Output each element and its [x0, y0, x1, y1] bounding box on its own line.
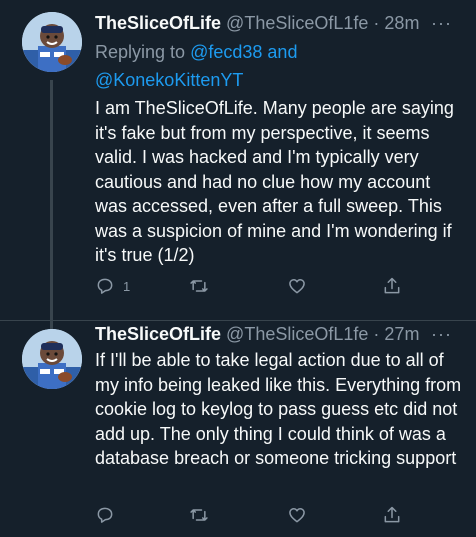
separator: ·	[373, 13, 380, 33]
tweet-actions: 1	[95, 274, 415, 298]
tweet-text: If I'll be able to take legal action due…	[95, 350, 462, 468]
share-icon	[384, 506, 400, 523]
retweet-icon	[190, 509, 208, 521]
tweet[interactable]: TheSliceOfLife @TheSliceOfL1fe · 27m ···…	[0, 320, 476, 537]
reply-button[interactable]: 1	[95, 274, 130, 298]
tweet-text: I am TheSliceOfLife. Many people are say…	[95, 98, 454, 265]
replying-to-label: Replying to	[95, 42, 186, 62]
like-icon	[289, 508, 305, 523]
retweet-button[interactable]	[189, 503, 209, 527]
reply-count: 1	[123, 278, 131, 294]
user-handle[interactable]: @TheSliceOfL1fe	[226, 324, 368, 344]
avatar[interactable]	[22, 329, 82, 389]
like-button[interactable]	[287, 503, 307, 527]
display-name[interactable]: TheSliceOfLife	[95, 13, 221, 33]
share-button[interactable]	[382, 274, 402, 298]
share-button[interactable]	[382, 503, 402, 527]
timestamp[interactable]: 28m	[384, 13, 419, 33]
retweet-icon	[190, 280, 208, 292]
retweet-button[interactable]	[189, 274, 209, 298]
separator: ·	[373, 324, 380, 344]
reply-icon	[97, 278, 113, 294]
timestamp[interactable]: 27m	[384, 324, 419, 344]
avatar[interactable]	[22, 12, 82, 72]
reply-icon	[97, 507, 113, 523]
replying-to: Replying to @fecd38 and @KonekoKittenYT	[95, 38, 455, 94]
tweet[interactable]: TheSliceOfLife @TheSliceOfL1fe · 28m ···…	[0, 0, 476, 330]
more-icon[interactable]: ···	[431, 12, 452, 34]
share-icon	[384, 277, 400, 294]
user-handle[interactable]: @TheSliceOfL1fe	[226, 13, 368, 33]
more-icon[interactable]: ···	[431, 323, 452, 345]
mention-conjunction: and	[267, 42, 298, 62]
reply-button[interactable]	[95, 503, 115, 527]
thread-line	[50, 80, 53, 330]
like-icon	[289, 279, 305, 294]
mention-link[interactable]: @KonekoKittenYT	[95, 70, 243, 90]
tweet-header: TheSliceOfLife @TheSliceOfL1fe · 27m ···	[95, 323, 466, 345]
display-name[interactable]: TheSliceOfLife	[95, 324, 221, 344]
mention-link[interactable]: @fecd38	[190, 42, 262, 62]
like-button[interactable]	[287, 274, 307, 298]
tweet-header: TheSliceOfLife @TheSliceOfL1fe · 28m ···	[95, 12, 466, 34]
tweet-actions	[95, 503, 415, 527]
